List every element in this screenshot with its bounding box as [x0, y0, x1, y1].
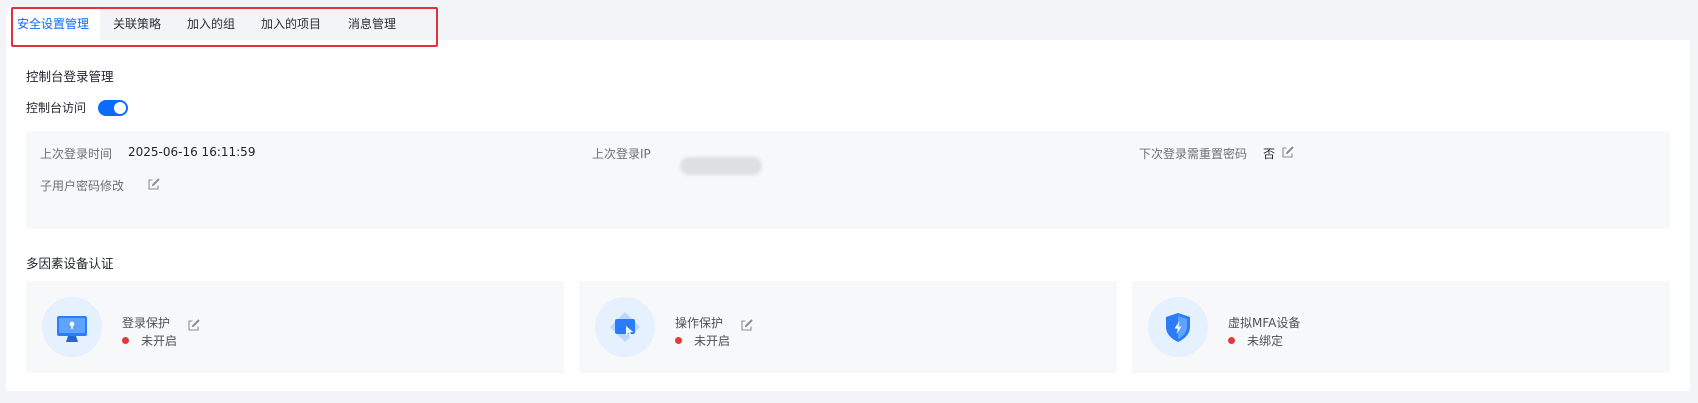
sub-user-password-label: 子用户密码修改 [40, 179, 125, 193]
toggle-knob [114, 101, 127, 114]
shield-bolt-icon [1148, 297, 1208, 357]
card-name: 操作保护 [675, 316, 724, 330]
reset-password-label: 下次登录需重置密码 [1139, 147, 1248, 161]
mfa-card-operation-protection: 操作保护 未开启 [579, 281, 1117, 373]
monitor-lock-icon [42, 297, 102, 357]
console-login-title: 控制台登录管理 [26, 69, 114, 84]
reset-password-value: 否 [1263, 147, 1276, 161]
edit-icon[interactable] [740, 318, 754, 332]
last-login-ip-label: 上次登录IP [592, 147, 651, 161]
card-name: 登录保护 [122, 316, 171, 330]
card-name: 虚拟MFA设备 [1228, 316, 1301, 330]
tab-joined-groups[interactable]: 加入的组 [174, 8, 248, 40]
card-status-text: 未绑定 [1247, 334, 1284, 348]
card-status: 未开启 [122, 332, 177, 349]
security-settings-page: 安全设置管理 关联策略 加入的组 加入的项目 消息管理 控制台登录管理 控制台访… [6, 8, 1690, 391]
last-login-time-value: 2025-06-16 16:11:59 [128, 145, 256, 159]
card-status: 未绑定 [1228, 332, 1283, 349]
console-access-label: 控制台访问 [26, 101, 87, 115]
tab-bar: 安全设置管理 关联策略 加入的组 加入的项目 消息管理 [6, 8, 1690, 40]
mfa-title: 多因素设备认证 [26, 256, 114, 271]
status-dot [675, 337, 682, 344]
last-login-ip-value-redacted [680, 157, 762, 175]
edit-icon[interactable] [147, 177, 161, 191]
tab-security-settings[interactable]: 安全设置管理 [6, 8, 100, 40]
tab-message-management[interactable]: 消息管理 [334, 8, 410, 40]
console-access-toggle[interactable] [98, 99, 129, 116]
status-dot [122, 337, 129, 344]
status-dot [1228, 337, 1235, 344]
card-status-text: 未开启 [141, 334, 178, 348]
tab-joined-projects[interactable]: 加入的项目 [248, 8, 334, 40]
card-status-text: 未开启 [694, 334, 731, 348]
last-login-time-label: 上次登录时间 [40, 147, 113, 161]
console-access-row: 控制台访问 [26, 99, 129, 116]
cursor-screen-icon [595, 297, 655, 357]
card-status: 未开启 [675, 332, 730, 349]
login-info-panel: 上次登录时间 2025-06-16 16:11:59 上次登录IP 下次登录需重… [26, 131, 1670, 229]
tab-related-policies[interactable]: 关联策略 [100, 8, 174, 40]
mfa-card-login-protection: 登录保护 未开启 [26, 281, 564, 373]
mfa-card-virtual-mfa: 虚拟MFA设备 未绑定 [1132, 281, 1670, 373]
edit-icon[interactable] [187, 318, 201, 332]
edit-icon[interactable] [1281, 145, 1295, 159]
